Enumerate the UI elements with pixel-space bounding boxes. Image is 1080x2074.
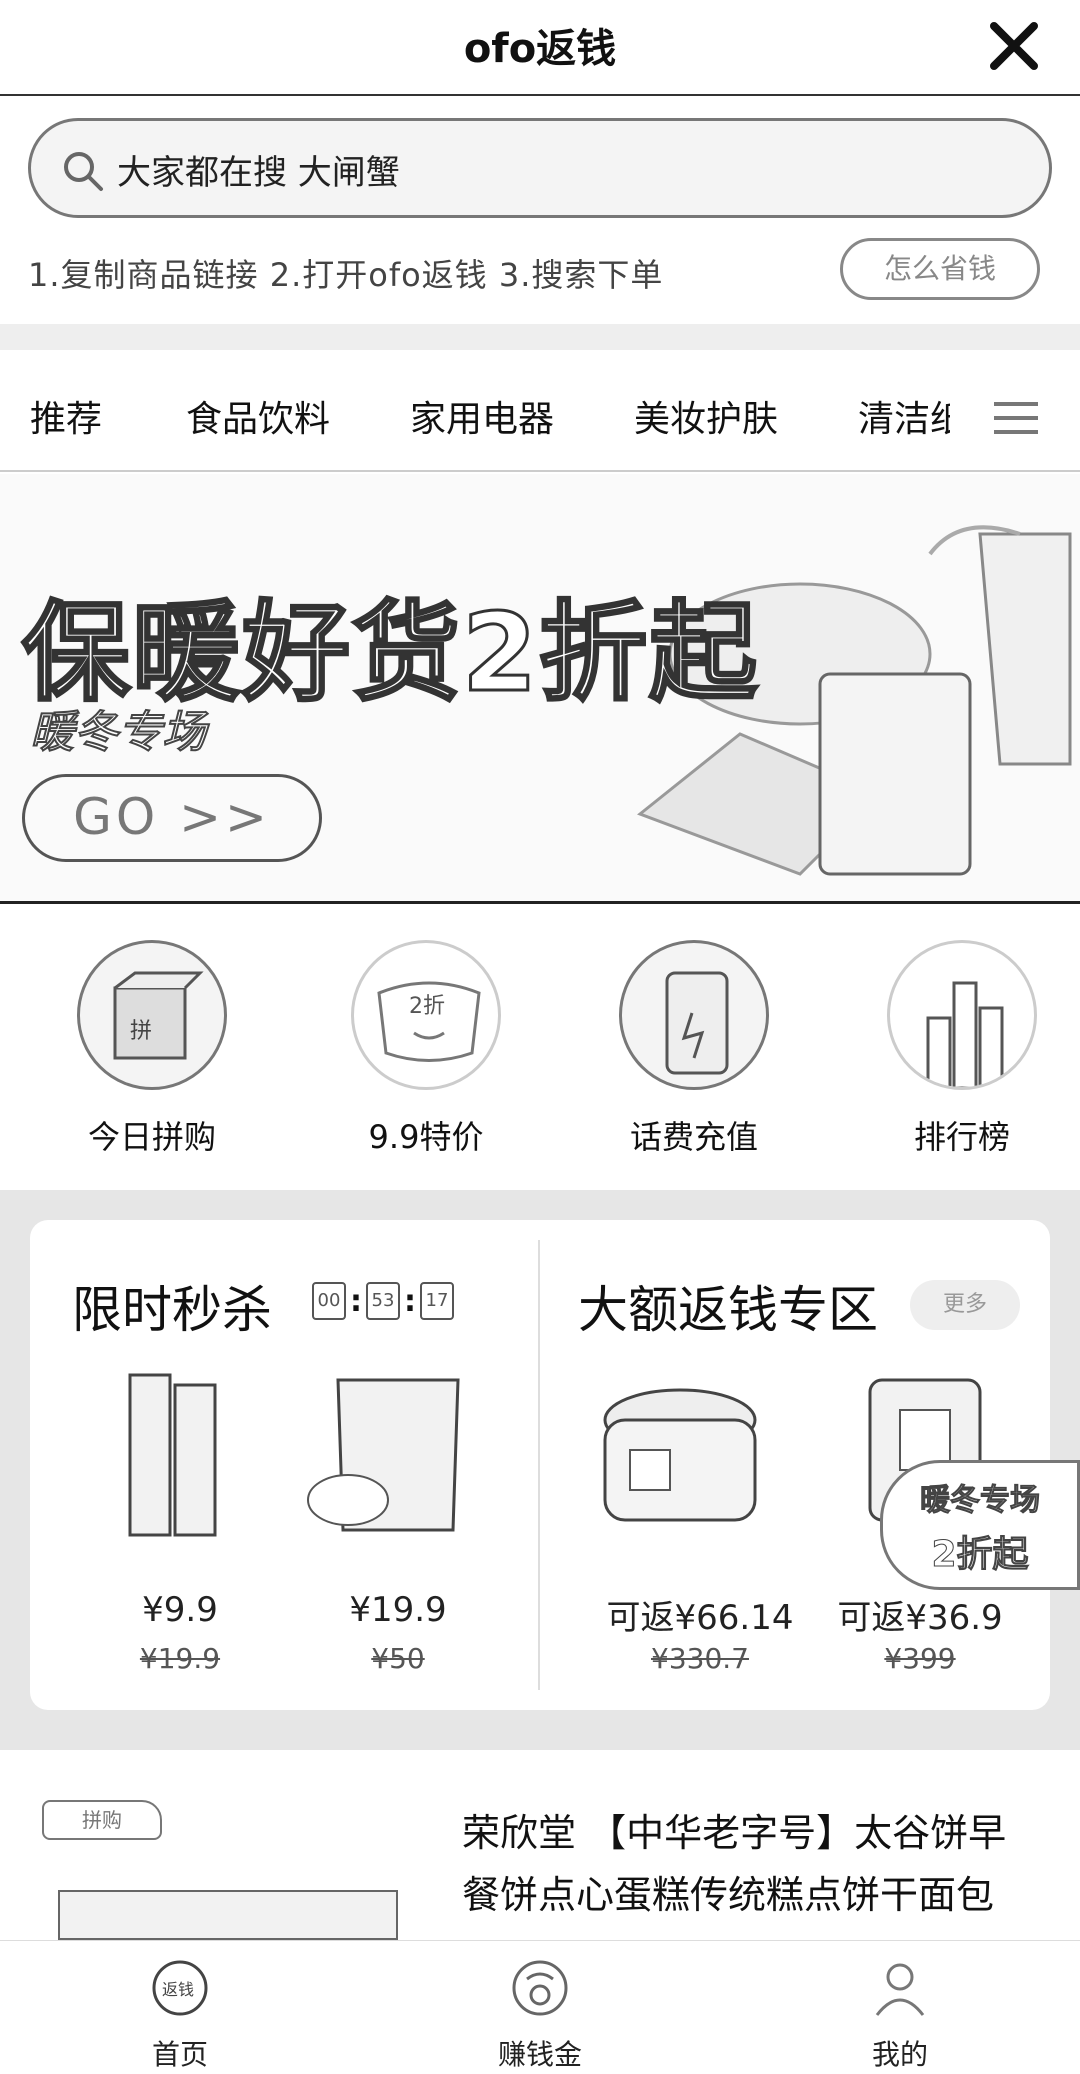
nav-profile[interactable]: 我的 — [800, 1957, 1000, 2073]
close-icon[interactable] — [986, 18, 1042, 74]
coin-icon — [512, 1960, 568, 2016]
promo-card: 限时秒杀 00 : 53 : 17 大额返钱专区 更多 ¥9.9 ¥19.9 ¥… — [30, 1220, 1050, 1710]
tab-recommend[interactable]: 推荐 — [30, 390, 103, 478]
floating-promo-badge[interactable]: 暖冬专场 2折起 — [880, 1460, 1080, 1590]
product-thumbnail — [58, 1890, 398, 1940]
column-divider — [538, 1240, 540, 1690]
more-pill[interactable]: 更多 — [910, 1280, 1020, 1330]
product-image-toothpaste[interactable] — [70, 1370, 260, 1540]
quick-link-label: 排行榜 — [913, 1118, 1010, 1156]
tab-food-drinks[interactable]: 食品饮料 — [186, 390, 330, 442]
promo-banner[interactable]: 保暖好货2折起 暖冬专场 GO >> — [0, 474, 1080, 904]
discount-icon: 2折 — [351, 940, 501, 1090]
countdown-timer: 00 : 53 : 17 — [312, 1282, 454, 1320]
nav-earn[interactable]: 赚钱金 — [440, 1957, 640, 2073]
bottom-nav: 返钱 首页 赚钱金 我的 — [0, 1940, 1080, 2074]
profile-icon — [875, 1963, 925, 2016]
nav-label: 首页 — [151, 2038, 208, 2071]
product-original-price: ¥330.7 — [651, 1642, 749, 1675]
group-buy-icon: 拼 — [77, 940, 227, 1090]
phone-recharge-icon — [619, 940, 769, 1090]
svg-text:返钱: 返钱 — [162, 1980, 194, 1999]
quick-link-label: 话费充值 — [629, 1118, 758, 1156]
flash-sale-title[interactable]: 限时秒杀 — [72, 1270, 272, 1342]
svg-text:2折: 2折 — [409, 994, 445, 1019]
quick-links: 拼 今日拼购 2折 9.9特价 话费充值 排行榜 — [0, 910, 1080, 1170]
product-price: ¥19.9 — [349, 1590, 447, 1630]
badge-line-2: 2折起 — [931, 1534, 1029, 1576]
tab-appliances[interactable]: 家用电器 — [410, 390, 554, 442]
big-cashback-title[interactable]: 大额返钱专区 — [578, 1270, 878, 1342]
timer-minutes: 53 — [366, 1282, 400, 1320]
search-placeholder: 大家都在搜 大闸蟹 — [117, 153, 400, 193]
quick-link-label: 9.9特价 — [368, 1118, 484, 1156]
nav-home[interactable]: 返钱 首页 — [80, 1957, 280, 2073]
how-to-steps: 1.复制商品链接 2.打开ofo返钱 3.搜索下单 — [28, 256, 664, 294]
product-original-price: ¥19.9 — [139, 1642, 221, 1675]
product-cashback: 可返¥66.14 — [606, 1598, 794, 1638]
product-original-price: ¥50 — [371, 1642, 425, 1675]
section-divider — [0, 324, 1080, 350]
timer-seconds: 17 — [420, 1282, 454, 1320]
quick-link-ranking[interactable]: 排行榜 — [852, 940, 1072, 1158]
nav-label: 我的 — [871, 2038, 928, 2071]
search-bar[interactable]: 大家都在搜 大闸蟹 — [28, 118, 1052, 218]
badge-line-1: 暖冬专场 — [920, 1483, 1041, 1519]
category-tabs: 推荐 食品饮料 家用电器 美妆护肤 清洁纸 — [0, 362, 1080, 478]
ranking-icon — [887, 940, 1037, 1090]
page-title: ofo返钱 — [463, 26, 617, 72]
banner-go-button[interactable]: GO >> — [22, 774, 322, 862]
product-card[interactable]: 拼购 荣欣堂 【中华老字号】太谷饼早餐饼点心蛋糕传统糕点饼干面包 — [0, 1750, 1080, 1940]
product-name: 荣欣堂 【中华老字号】太谷饼早餐饼点心蛋糕传统糕点饼干面包 — [462, 1811, 1007, 1917]
quick-link-group-buy[interactable]: 拼 今日拼购 — [42, 940, 262, 1158]
how-to-save-button[interactable]: 怎么省钱 — [840, 238, 1040, 300]
group-buy-tag: 拼购 — [42, 1800, 162, 1840]
product-original-price: ¥399 — [884, 1642, 956, 1675]
nav-label: 赚钱金 — [497, 2038, 582, 2071]
cashback-home-icon: 返钱 — [152, 1960, 208, 2016]
product-cashback: 可返¥36.9 — [837, 1598, 1003, 1638]
product-image-rice-cooker[interactable] — [590, 1370, 780, 1540]
app-header: ofo返钱 — [0, 0, 1080, 96]
timer-hours: 00 — [312, 1282, 346, 1320]
search-icon — [64, 152, 103, 191]
quick-link-phone-recharge[interactable]: 话费充值 — [584, 940, 804, 1158]
banner-subtitle: 暖冬专场 — [29, 706, 207, 759]
product-image-snack-bag[interactable] — [288, 1370, 478, 1540]
product-price: ¥9.9 — [142, 1590, 218, 1630]
svg-text:拼: 拼 — [130, 1019, 152, 1044]
menu-icon[interactable] — [990, 398, 1042, 438]
tab-beauty[interactable]: 美妆护肤 — [634, 390, 778, 442]
quick-link-9-9-deals[interactable]: 2折 9.9特价 — [316, 940, 536, 1158]
quick-link-label: 今日拼购 — [87, 1118, 216, 1156]
